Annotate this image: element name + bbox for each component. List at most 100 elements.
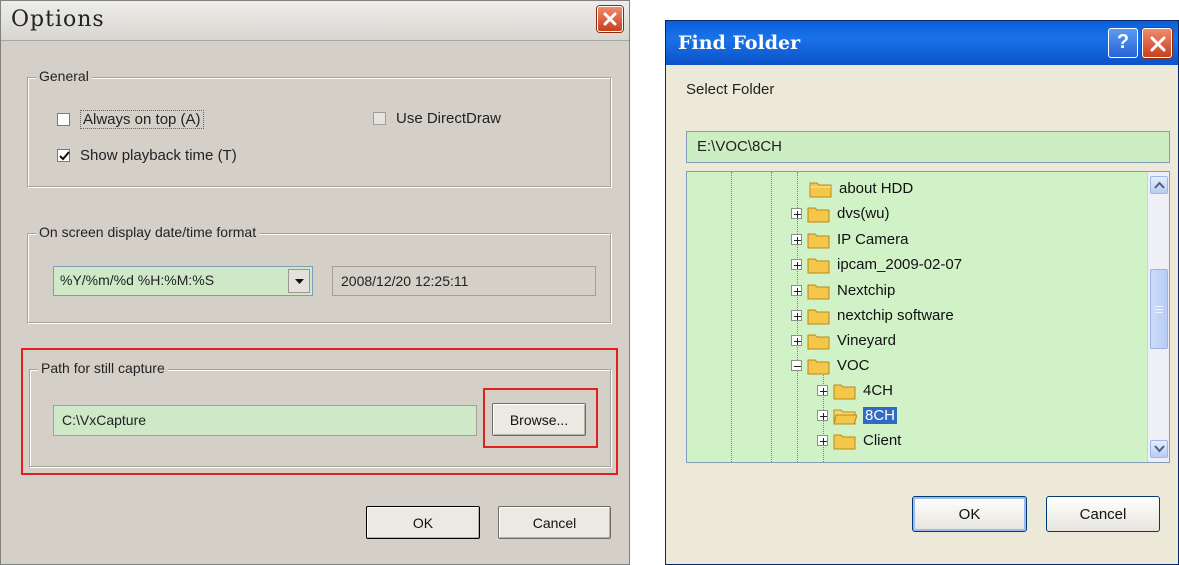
browse-button[interactable]: Browse... [492, 403, 586, 436]
scroll-down-icon [1154, 445, 1165, 453]
tree-item-dvs[interactable]: dvs(wu) [791, 201, 890, 226]
expand-button[interactable] [791, 259, 802, 270]
help-button[interactable]: ? [1108, 28, 1138, 58]
show-playback-time-checkbox[interactable]: Show playback time (T) [57, 147, 237, 164]
folder-icon [807, 233, 830, 248]
capture-group-label: Path for still capture [38, 360, 168, 376]
expand-button[interactable] [817, 385, 828, 396]
expand-button[interactable] [791, 285, 802, 296]
expand-plus-icon [820, 388, 827, 395]
tree-vertical-scrollbar[interactable] [1147, 172, 1169, 462]
tree-item-8ch-selected[interactable]: 8CH [817, 403, 898, 428]
capture-path-field[interactable]: C:\VxCapture [53, 405, 477, 436]
find-folder-ok-button[interactable]: OK [912, 496, 1027, 532]
options-titlebar[interactable]: Options [1, 1, 629, 41]
tree-item-label: IP Camera [837, 231, 909, 248]
help-icon: ? [1116, 31, 1130, 53]
date-preview-field: 2008/12/20 12:25:11 [332, 266, 596, 296]
scroll-grip [1155, 309, 1163, 310]
tree-item-label: Client [863, 432, 902, 449]
close-icon [1150, 36, 1166, 52]
scroll-grip [1155, 306, 1163, 307]
folder-icon [807, 334, 830, 349]
options-close-button[interactable] [597, 6, 623, 32]
tree-guide-line [731, 172, 732, 462]
close-icon [603, 12, 617, 26]
tree-item-about-hdd[interactable]: about HDD [809, 176, 913, 201]
tree-item-label: Nextchip [837, 282, 896, 299]
expand-button[interactable] [791, 234, 802, 245]
expand-button[interactable] [791, 208, 802, 219]
expand-button[interactable] [817, 435, 828, 446]
find-folder-titlebar[interactable]: Find Folder ? [666, 21, 1178, 65]
select-folder-label: Select Folder [686, 81, 775, 98]
expand-plus-icon [820, 438, 827, 445]
date-format-value: %Y/%m/%d %H:%M:%S [60, 272, 215, 288]
tree-item-label: about HDD [839, 180, 914, 197]
folder-icon [807, 309, 830, 324]
folder-icon [807, 359, 830, 374]
folder-icon [809, 182, 832, 197]
tree-guide-line [771, 172, 772, 462]
always-on-top-box[interactable] [57, 113, 70, 126]
folder-icon [833, 434, 856, 449]
folder-path-field[interactable]: E:\VOC\8CH [686, 131, 1170, 163]
expand-plus-icon [820, 413, 827, 420]
tree-item-vineyard[interactable]: Vineyard [791, 328, 896, 353]
expand-plus-icon [794, 237, 801, 244]
scroll-up-icon [1154, 181, 1165, 189]
tree-item-voc[interactable]: VOC [791, 353, 870, 378]
options-dialog: Options General Always on top (A) Use Di… [0, 0, 630, 565]
find-folder-close-button[interactable] [1142, 28, 1172, 58]
collapse-button[interactable] [791, 360, 802, 371]
options-cancel-button[interactable]: Cancel [498, 506, 611, 539]
checkmark-icon [59, 151, 70, 161]
scroll-down-button[interactable] [1150, 440, 1168, 458]
tree-item-label: dvs(wu) [837, 205, 890, 222]
expand-button[interactable] [817, 410, 828, 421]
show-playback-time-label: Show playback time (T) [80, 147, 237, 164]
use-directdraw-checkbox[interactable]: Use DirectDraw [373, 110, 501, 127]
always-on-top-checkbox[interactable]: Always on top (A) [57, 110, 204, 129]
tree-item-label: VOC [837, 357, 870, 374]
folder-icon [807, 258, 830, 273]
scroll-thumb[interactable] [1150, 269, 1168, 349]
tree-item-ipcam[interactable]: ipcam_2009-02-07 [791, 252, 962, 277]
options-title: Options [11, 7, 105, 32]
tree-item-label: ipcam_2009-02-07 [837, 256, 963, 273]
folder-icon [833, 409, 857, 424]
find-folder-dialog: Find Folder ? Select Folder E:\VOC\8CH a… [665, 20, 1179, 565]
always-on-top-label: Always on top (A) [80, 110, 204, 129]
expand-button[interactable] [791, 335, 802, 346]
expand-plus-icon [794, 211, 801, 218]
general-group-label: General [36, 68, 92, 84]
tree-item-label: Vineyard [837, 332, 896, 349]
tree-item-label: 4CH [863, 382, 894, 399]
date-format-dropdown-button[interactable] [288, 269, 310, 293]
folder-tree[interactable]: about HDD dvs(wu) IP Camera ipcam_2009-0… [686, 171, 1170, 463]
general-group: General [27, 68, 611, 187]
expand-plus-icon [794, 313, 801, 320]
folder-icon [807, 207, 830, 222]
folder-icon [833, 384, 856, 399]
use-directdraw-label: Use DirectDraw [396, 110, 502, 127]
tree-item-4ch[interactable]: 4CH [817, 378, 893, 403]
tree-item-nextchip-software[interactable]: nextchip software [791, 303, 954, 328]
options-ok-button[interactable]: OK [366, 506, 480, 539]
expand-button[interactable] [791, 310, 802, 321]
date-format-combobox[interactable]: %Y/%m/%d %H:%M:%S [53, 266, 313, 296]
use-directdraw-box[interactable] [373, 112, 386, 125]
show-playback-time-box[interactable] [57, 149, 70, 162]
dropdown-arrow-icon [295, 279, 304, 284]
folder-icon [807, 284, 830, 299]
scroll-grip [1155, 312, 1163, 313]
expand-plus-icon [794, 338, 801, 345]
tree-item-client[interactable]: Client [817, 428, 901, 453]
tree-item-nextchip[interactable]: Nextchip [791, 278, 895, 303]
find-folder-title: Find Folder [678, 32, 801, 54]
scroll-up-button[interactable] [1150, 176, 1168, 194]
collapse-minus-icon [794, 366, 801, 367]
find-folder-cancel-button[interactable]: Cancel [1046, 496, 1160, 532]
tree-item-label: nextchip software [837, 307, 954, 324]
tree-item-ip-camera[interactable]: IP Camera [791, 227, 908, 252]
